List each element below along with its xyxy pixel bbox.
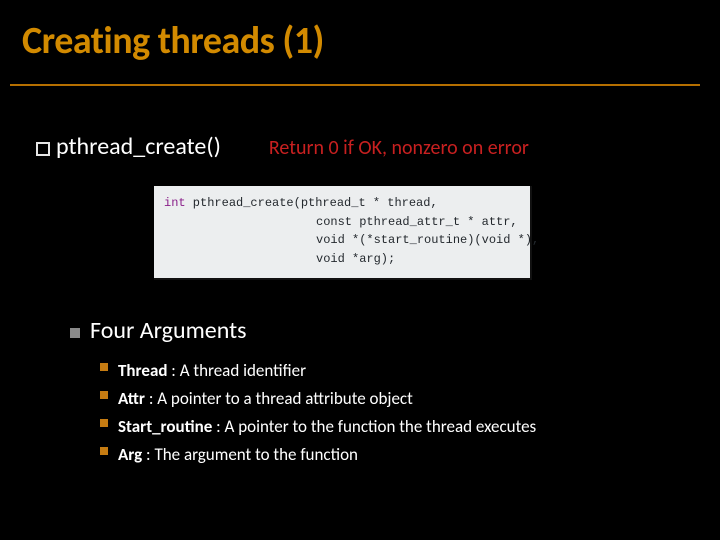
argument-desc: : A thread identifier [167,360,306,381]
list-item: Thread : A thread identifier [100,357,690,385]
list-item: Arg : The argument to the function [100,441,690,469]
slide-title: Creating threads (1) [22,18,720,64]
arguments-heading: Four Arguments [90,316,247,345]
code-signature-box: int pthread_create(pthread_t * thread, c… [154,186,532,280]
return-note: Return 0 if OK, nonzero on error [269,136,529,160]
arguments-section: Four Arguments Thread : A thread identif… [70,316,690,469]
square-bullet-icon [100,447,108,455]
argument-name: Start_routine [118,416,212,437]
square-bullet-icon [100,363,108,371]
square-bullet-icon [36,142,50,156]
function-name: pthread_create() [56,132,221,161]
square-bullet-icon [100,391,108,399]
title-wrap: Creating threads (1) [0,0,720,64]
square-bullet-icon [100,419,108,427]
argument-desc: : A pointer to a thread attribute object [145,388,413,409]
argument-name: Thread [118,360,167,381]
argument-name: Attr [118,388,145,409]
arguments-heading-row: Four Arguments [70,316,690,345]
argument-text: Attr : A pointer to a thread attribute o… [118,385,690,413]
argument-desc: : A pointer to the function the thread e… [212,416,536,437]
code-line-4: void *arg); [164,250,520,269]
code-line-2: const pthread_attr_t * attr, [164,213,520,232]
slide: Creating threads (1) pthread_create() Re… [0,0,720,540]
argument-text: Thread : A thread identifier [118,357,690,385]
square-bullet-icon [70,328,80,338]
function-heading: pthread_create() [36,132,221,161]
subtitle-row: pthread_create() Return 0 if OK, nonzero… [36,132,680,161]
code-line-3: void *(*start_routine)(void *), [164,231,520,250]
code-line-1: int pthread_create(pthread_t * thread, [164,196,438,210]
argument-text: Arg : The argument to the function [118,441,690,469]
argument-desc: : The argument to the function [142,444,358,465]
arguments-list: Thread : A thread identifier Attr : A po… [70,357,690,469]
list-item: Attr : A pointer to a thread attribute o… [100,385,690,413]
list-item: Start_routine : A pointer to the functio… [100,413,690,441]
title-underline [10,84,700,86]
argument-name: Arg [118,444,142,465]
argument-text: Start_routine : A pointer to the functio… [118,413,690,441]
